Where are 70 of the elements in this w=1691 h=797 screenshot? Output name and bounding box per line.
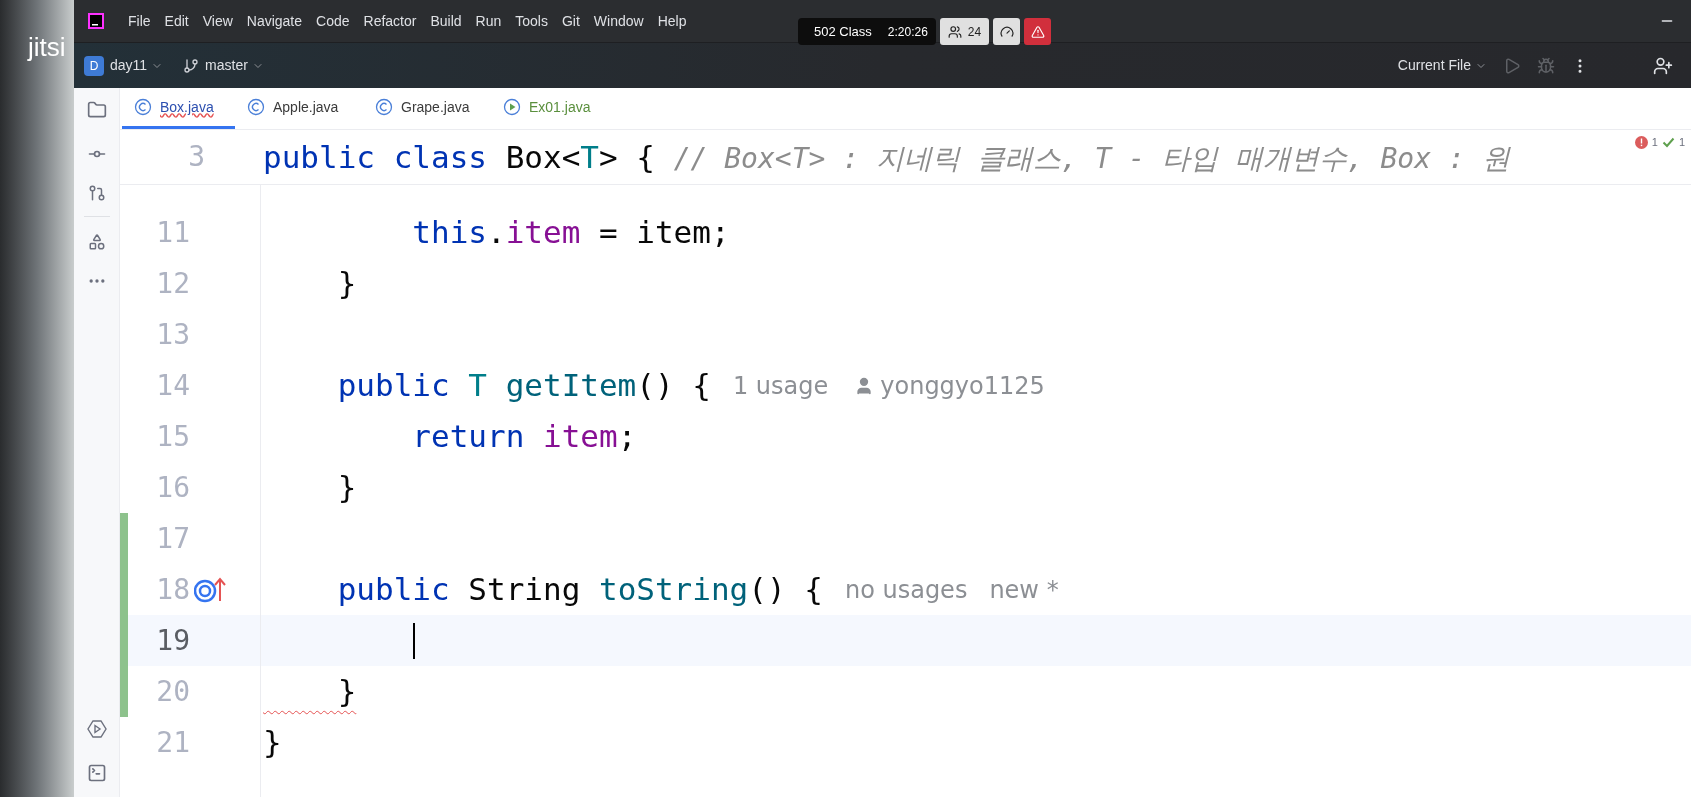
- menu-item[interactable]: Window: [593, 10, 644, 32]
- menu-item[interactable]: Run: [475, 10, 502, 32]
- editor-tab[interactable]: Apple.java: [235, 88, 363, 129]
- jitsi-logo: jitsi: [28, 31, 66, 64]
- menu-item[interactable]: Edit: [164, 10, 189, 32]
- text-cursor: [413, 622, 415, 659]
- run-config-selector[interactable]: Current File: [1397, 55, 1487, 76]
- meeting-timer: 2:20:26: [887, 23, 929, 41]
- warning-icon: [1030, 24, 1045, 39]
- line-number: 19: [156, 622, 190, 659]
- line-number: 12: [156, 265, 190, 302]
- warning-count: 1: [1678, 135, 1685, 150]
- add-user-icon[interactable]: [1653, 55, 1673, 76]
- code-text: this.item = item;: [411, 213, 730, 253]
- warning-button[interactable]: [1024, 18, 1052, 45]
- menu-item[interactable]: Help: [657, 10, 687, 32]
- line-number: 21: [156, 724, 190, 761]
- line-number: 17: [156, 520, 190, 557]
- menu-item[interactable]: Git: [561, 10, 580, 32]
- project-badge: D: [84, 55, 104, 76]
- class-icon: [134, 98, 152, 116]
- code-text: public T getItem() {: [336, 366, 711, 406]
- line-number: 15: [156, 418, 190, 455]
- menu-item[interactable]: Refactor: [363, 10, 417, 32]
- code-text: }: [336, 264, 357, 304]
- structure-icon[interactable]: [87, 233, 106, 251]
- menu-item[interactable]: Build: [430, 10, 462, 32]
- pull-request-icon[interactable]: [87, 184, 106, 202]
- code-text: }: [262, 723, 282, 763]
- run-icon[interactable]: [1503, 56, 1521, 75]
- gauge-icon: [999, 24, 1014, 39]
- branch-selector[interactable]: master: [205, 55, 264, 76]
- app-logo-icon: [88, 13, 104, 29]
- error-icon[interactable]: [1634, 135, 1648, 149]
- branch-icon: [183, 57, 200, 74]
- services-icon[interactable]: [86, 719, 107, 739]
- error-count: 1: [1651, 135, 1658, 150]
- room-name: 502 Class: [813, 22, 873, 41]
- editor-tab[interactable]: Grape.java: [363, 88, 491, 129]
- editor-tab[interactable]: Ex01.java: [491, 88, 619, 129]
- line-number: 18: [156, 571, 190, 608]
- line-number: 14: [156, 367, 190, 404]
- code-text: }: [336, 468, 357, 508]
- menu-item[interactable]: Tools: [515, 10, 548, 32]
- menu-item[interactable]: Navigate: [246, 10, 303, 32]
- terminal-icon[interactable]: [86, 763, 107, 783]
- line-number: 16: [156, 469, 190, 506]
- class-run-icon: [503, 98, 521, 116]
- class-icon: [247, 98, 265, 116]
- code-text: return item;: [411, 417, 637, 457]
- code-text: public String toString() {: [336, 570, 823, 610]
- code-text: }: [336, 672, 357, 712]
- people-icon: [947, 24, 962, 39]
- speed-button[interactable]: [993, 18, 1021, 45]
- line-number: 11: [156, 214, 190, 251]
- check-icon[interactable]: [1661, 135, 1675, 149]
- menu-item[interactable]: View: [202, 10, 233, 32]
- menu-item[interactable]: Code: [316, 10, 350, 32]
- line-number: 3: [188, 139, 205, 175]
- class-icon: [375, 98, 393, 116]
- menu-item[interactable]: File: [128, 10, 151, 32]
- participants-button[interactable]: 24: [939, 18, 990, 45]
- override-gutter-icon[interactable]: [194, 576, 226, 603]
- debug-icon[interactable]: [1537, 56, 1555, 75]
- folder-icon[interactable]: [86, 100, 107, 120]
- project-selector[interactable]: day11: [110, 55, 164, 76]
- code-text: public class Box<T> { // Box<T> : 지네릭 클래스, T - 타입 매개변수, Box : 원: [262, 137, 1510, 177]
- line-number: 13: [156, 316, 190, 353]
- editor-tab[interactable]: Box.java: [122, 88, 235, 129]
- line-number: 20: [156, 673, 190, 710]
